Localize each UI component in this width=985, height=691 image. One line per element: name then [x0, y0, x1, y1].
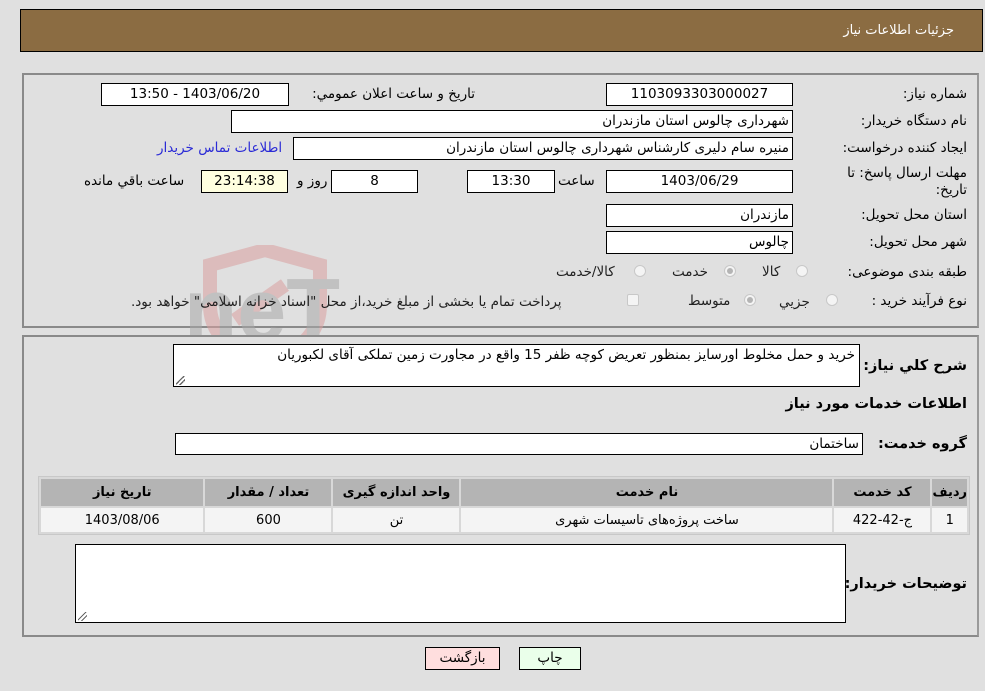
- province-label: استان محل تحویل:: [861, 207, 967, 223]
- buyer-org-field: شهرداری چالوس استان مازندران: [231, 110, 793, 133]
- table-row: 1 ج-42-422 ساخت پروژه‌های تاسیسات شهری ت…: [41, 508, 967, 532]
- cell-row: 1: [932, 508, 967, 532]
- services-section-title: اطلاعات خدمات مورد نیاز: [785, 396, 967, 412]
- announce-date-label: تاریخ و ساعت اعلان عمومي:: [312, 86, 475, 102]
- category-radio-goods-service[interactable]: [634, 265, 646, 277]
- category-radio-goods[interactable]: [796, 265, 808, 277]
- buyer-contact-link[interactable]: اطلاعات تماس خریدار: [157, 140, 282, 156]
- category-label: طبقه بندی موضوعی:: [847, 264, 967, 280]
- category-option-goods: کالا: [762, 264, 781, 280]
- col-header-date: تاریخ نیاز: [41, 479, 204, 506]
- category-option-goods-service: کالا/خدمت: [556, 264, 615, 280]
- remaining-time-field: 23:14:38: [201, 170, 288, 193]
- description-text: خرید و حمل مخلوط اورسایز بمنظور تعریض کو…: [277, 347, 855, 363]
- days-label: روز و: [297, 173, 328, 189]
- need-number-label: شماره نیاز:: [902, 86, 967, 102]
- city-label: شهر محل تحویل:: [869, 234, 967, 250]
- resize-grip-icon[interactable]: [78, 612, 87, 621]
- treasury-checkbox[interactable]: [627, 294, 639, 306]
- cell-qty: 600: [205, 508, 332, 532]
- days-remaining-field: 8: [331, 170, 418, 193]
- buyer-notes-label: توضیحات خریدار:: [844, 576, 967, 592]
- need-number-field: 1103093303000027: [606, 83, 793, 106]
- cell-code: ج-42-422: [834, 508, 931, 532]
- province-field: مازندران: [606, 204, 793, 227]
- description-label: شرح کلي نیاز:: [863, 358, 967, 374]
- service-group-label: گروه خدمت:: [877, 436, 967, 452]
- creator-field: منیره سام دلیری کارشناس شهرداری چالوس اس…: [293, 137, 793, 160]
- deadline-time-label: ساعت: [558, 173, 595, 189]
- services-table: ردیف کد خدمت نام خدمت واحد اندازه گیری ت…: [38, 476, 970, 535]
- col-header-qty: تعداد / مقدار: [205, 479, 332, 506]
- print-button[interactable]: چاپ: [519, 647, 581, 670]
- creator-label: ایجاد کننده درخواست:: [842, 140, 967, 156]
- city-field: چالوس: [606, 231, 793, 254]
- description-textarea[interactable]: خرید و حمل مخلوط اورسایز بمنظور تعریض کو…: [173, 344, 860, 387]
- cell-unit: تن: [333, 508, 460, 532]
- resize-grip-icon[interactable]: [176, 376, 185, 385]
- remaining-time-label: ساعت باقي مانده: [84, 173, 185, 189]
- process-option-medium: متوسط: [688, 293, 731, 309]
- page-title: جزئیات اطلاعات نیاز: [843, 23, 954, 38]
- buyer-org-label: نام دستگاه خریدار:: [860, 113, 967, 129]
- services-table-header: ردیف کد خدمت نام خدمت واحد اندازه گیری ت…: [41, 479, 967, 506]
- back-button[interactable]: بازگشت: [425, 647, 500, 670]
- treasury-checkbox-label: پرداخت تمام یا بخشی از مبلغ خرید،از محل …: [131, 294, 562, 310]
- page-header: جزئیات اطلاعات نیاز: [20, 9, 983, 52]
- deadline-date-field: 1403/06/29: [606, 170, 793, 193]
- process-option-minor: جزيي: [779, 294, 810, 310]
- deadline-label: مهلت ارسال پاسخ: تا تاریخ:: [847, 165, 967, 198]
- announce-date-field: 1403/06/20 - 13:50: [101, 83, 289, 106]
- service-group-field: ساختمان: [175, 433, 863, 455]
- category-option-service: خدمت: [672, 264, 708, 280]
- buyer-notes-textarea[interactable]: [75, 544, 846, 623]
- deadline-time-field: 13:30: [467, 170, 555, 193]
- process-radio-medium[interactable]: [744, 294, 756, 306]
- col-header-row: ردیف: [932, 479, 967, 506]
- col-header-unit: واحد اندازه گیری: [333, 479, 460, 506]
- process-type-label: نوع فرآیند خرید :: [871, 293, 967, 309]
- cell-name: ساخت پروژه‌های تاسیسات شهری: [461, 508, 833, 532]
- category-radio-service[interactable]: [724, 265, 736, 277]
- process-radio-minor[interactable]: [826, 294, 838, 306]
- cell-date: 1403/08/06: [41, 508, 204, 532]
- col-header-code: کد خدمت: [834, 479, 931, 506]
- col-header-name: نام خدمت: [461, 479, 833, 506]
